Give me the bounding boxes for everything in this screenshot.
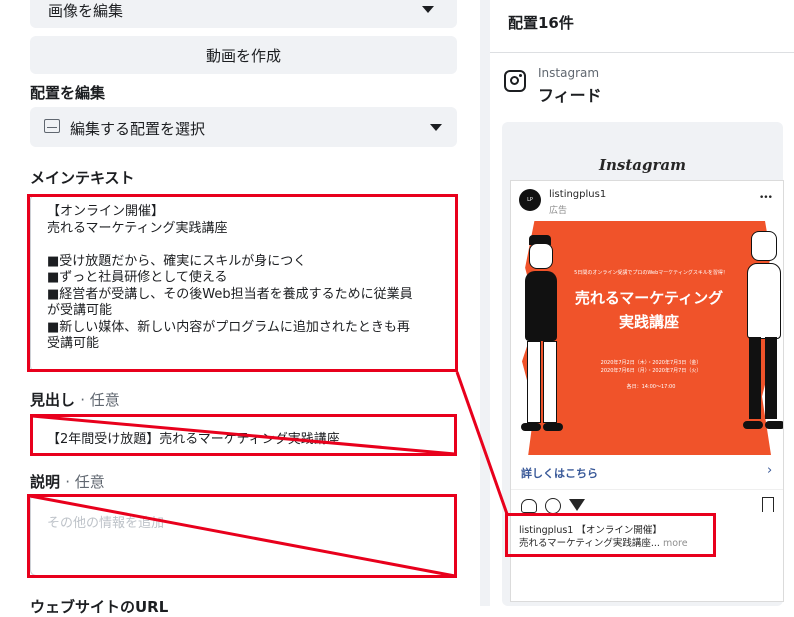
annotation-strike-headline [31, 414, 456, 456]
annotation-strike-description [29, 494, 456, 578]
annotation-line-main-to-caption [455, 371, 509, 515]
annotation-overlay [29, 371, 509, 578]
